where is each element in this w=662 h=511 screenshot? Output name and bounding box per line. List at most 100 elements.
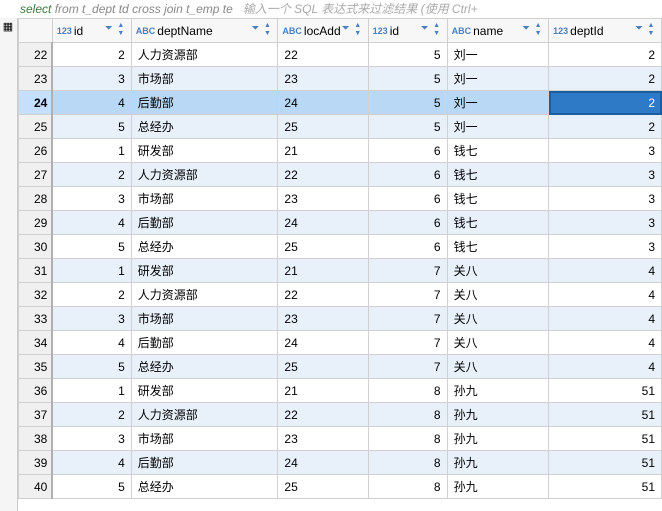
data-cell[interactable]: 3: [549, 163, 662, 187]
data-cell[interactable]: 24: [278, 451, 368, 475]
table-row[interactable]: 255总经办255刘一2: [19, 115, 662, 139]
rownum-header[interactable]: [19, 19, 53, 43]
data-cell[interactable]: 关八: [447, 283, 549, 307]
data-cell[interactable]: 1: [52, 259, 131, 283]
data-cell[interactable]: 孙九: [447, 451, 549, 475]
data-cell[interactable]: 6: [368, 187, 447, 211]
table-row[interactable]: 283市场部236钱七3: [19, 187, 662, 211]
rownum-cell[interactable]: 32: [19, 283, 53, 307]
table-row[interactable]: 294后勤部246钱七3: [19, 211, 662, 235]
data-cell[interactable]: 市场部: [131, 427, 278, 451]
table-row[interactable]: 311研发部217关八4: [19, 259, 662, 283]
data-cell[interactable]: 51: [549, 427, 662, 451]
data-cell[interactable]: 刘一: [447, 91, 549, 115]
col-header-id-0[interactable]: 123id⏷: [52, 19, 131, 43]
data-cell[interactable]: 钱七: [447, 187, 549, 211]
data-cell[interactable]: 1: [52, 139, 131, 163]
filter-icon[interactable]: ⏷: [635, 23, 643, 34]
table-row[interactable]: 272人力资源部226钱七3: [19, 163, 662, 187]
data-cell[interactable]: 4: [549, 307, 662, 331]
data-cell[interactable]: 市场部: [131, 187, 278, 211]
data-cell[interactable]: 2: [52, 163, 131, 187]
result-grid[interactable]: 123id⏷ABCdeptName⏷ABClocAdd⏷123id⏷ABCnam…: [18, 18, 662, 505]
table-row[interactable]: 394后勤部248孙九51: [19, 451, 662, 475]
data-cell[interactable]: 钱七: [447, 163, 549, 187]
data-cell[interactable]: 5: [52, 475, 131, 499]
rownum-cell[interactable]: 33: [19, 307, 53, 331]
data-cell[interactable]: 4: [52, 331, 131, 355]
data-cell[interactable]: 25: [278, 235, 368, 259]
data-cell[interactable]: 总经办: [131, 475, 278, 499]
data-cell[interactable]: 人力资源部: [131, 163, 278, 187]
data-cell[interactable]: 22: [278, 403, 368, 427]
col-header-deptName-1[interactable]: ABCdeptName⏷: [131, 19, 278, 43]
data-cell[interactable]: 孙九: [447, 475, 549, 499]
filter-icon[interactable]: ⏷: [105, 23, 113, 34]
rownum-cell[interactable]: 34: [19, 331, 53, 355]
data-cell[interactable]: 8: [368, 451, 447, 475]
data-cell[interactable]: 21: [278, 379, 368, 403]
col-header-locAdd-2[interactable]: ABClocAdd⏷: [278, 19, 368, 43]
grid-view-icon[interactable]: ▦: [0, 20, 16, 36]
data-cell[interactable]: 研发部: [131, 379, 278, 403]
data-cell[interactable]: 4: [52, 451, 131, 475]
sort-icon[interactable]: [430, 22, 444, 38]
sort-icon[interactable]: [644, 22, 658, 38]
data-cell[interactable]: 研发部: [131, 139, 278, 163]
data-cell[interactable]: 24: [278, 331, 368, 355]
data-cell[interactable]: 研发部: [131, 259, 278, 283]
rownum-cell[interactable]: 38: [19, 427, 53, 451]
data-cell[interactable]: 25: [278, 115, 368, 139]
data-cell[interactable]: 8: [368, 379, 447, 403]
sort-icon[interactable]: [114, 22, 128, 38]
data-cell[interactable]: 2: [549, 91, 662, 115]
data-cell[interactable]: 6: [368, 211, 447, 235]
data-cell[interactable]: 7: [368, 331, 447, 355]
table-row[interactable]: 244后勤部245刘一2: [19, 91, 662, 115]
data-cell[interactable]: 4: [549, 331, 662, 355]
data-cell[interactable]: 3: [52, 187, 131, 211]
data-cell[interactable]: 3: [52, 307, 131, 331]
data-cell[interactable]: 6: [368, 163, 447, 187]
rownum-cell[interactable]: 23: [19, 67, 53, 91]
table-row[interactable]: 355总经办257关八4: [19, 355, 662, 379]
data-cell[interactable]: 后勤部: [131, 331, 278, 355]
rownum-cell[interactable]: 25: [19, 115, 53, 139]
rownum-cell[interactable]: 36: [19, 379, 53, 403]
filter-icon[interactable]: ⏷: [421, 23, 429, 34]
data-cell[interactable]: 25: [278, 475, 368, 499]
rownum-cell[interactable]: 29: [19, 211, 53, 235]
data-cell[interactable]: 4: [549, 283, 662, 307]
data-cell[interactable]: 7: [368, 283, 447, 307]
data-cell[interactable]: 5: [52, 235, 131, 259]
data-cell[interactable]: 5: [368, 67, 447, 91]
data-cell[interactable]: 8: [368, 427, 447, 451]
table-row[interactable]: 322人力资源部227关八4: [19, 283, 662, 307]
col-header-name-4[interactable]: ABCname⏷: [447, 19, 549, 43]
data-cell[interactable]: 孙九: [447, 427, 549, 451]
data-cell[interactable]: 总经办: [131, 355, 278, 379]
data-cell[interactable]: 5: [368, 115, 447, 139]
data-cell[interactable]: 4: [549, 355, 662, 379]
data-cell[interactable]: 2: [52, 43, 131, 67]
data-cell[interactable]: 3: [549, 211, 662, 235]
rownum-cell[interactable]: 26: [19, 139, 53, 163]
data-cell[interactable]: 7: [368, 307, 447, 331]
table-row[interactable]: 372人力资源部228孙九51: [19, 403, 662, 427]
data-cell[interactable]: 市场部: [131, 67, 278, 91]
data-cell[interactable]: 5: [52, 355, 131, 379]
data-cell[interactable]: 总经办: [131, 235, 278, 259]
data-cell[interactable]: 2: [549, 43, 662, 67]
data-cell[interactable]: 总经办: [131, 115, 278, 139]
data-cell[interactable]: 后勤部: [131, 451, 278, 475]
data-cell[interactable]: 21: [278, 139, 368, 163]
data-cell[interactable]: 25: [278, 355, 368, 379]
data-cell[interactable]: 2: [549, 67, 662, 91]
data-cell[interactable]: 5: [52, 115, 131, 139]
data-cell[interactable]: 3: [549, 235, 662, 259]
data-cell[interactable]: 3: [549, 139, 662, 163]
data-cell[interactable]: 3: [52, 67, 131, 91]
data-cell[interactable]: 22: [278, 283, 368, 307]
data-cell[interactable]: 后勤部: [131, 211, 278, 235]
sort-icon[interactable]: [260, 22, 274, 38]
